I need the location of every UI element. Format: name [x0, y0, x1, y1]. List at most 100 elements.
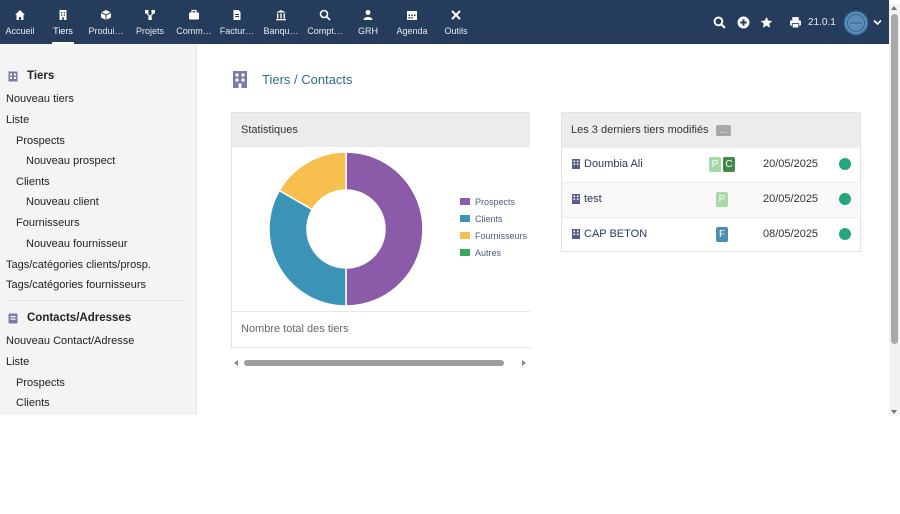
donut-slice-prospects[interactable]: [345, 151, 424, 307]
scroll-up-arrow[interactable]: [891, 6, 897, 10]
sidebar-item-new-tiers[interactable]: Nouveau tiers: [6, 93, 74, 105]
nav-agenda[interactable]: Agenda: [394, 0, 430, 44]
nav-tiers[interactable]: Tiers: [48, 0, 78, 44]
breadcrumb: Tiers / Contacts: [232, 70, 353, 89]
sidebar-item-tags-suppliers[interactable]: Tags/catégories fournisseurs: [6, 279, 146, 291]
vertical-scrollbar[interactable]: [889, 4, 900, 416]
sidebar-item-list[interactable]: Liste: [6, 114, 29, 126]
building-icon: [572, 194, 580, 204]
building-icon: [233, 71, 247, 88]
sidebar-section-contacts[interactable]: Contacts/Adresses: [8, 312, 131, 324]
briefcase-icon: [189, 9, 199, 19]
nav-label: Outils: [444, 25, 468, 36]
scroll-down-arrow[interactable]: [891, 410, 897, 414]
status-dot: [839, 158, 851, 170]
user-icon: [363, 9, 373, 20]
printer-icon[interactable]: [789, 16, 802, 29]
donut-slice-clients[interactable]: [268, 189, 347, 307]
sidebar-item-new-client[interactable]: Nouveau client: [26, 196, 99, 208]
prospect-tag: P: [716, 192, 728, 207]
legend-label[interactable]: Clients: [475, 214, 503, 224]
table-row: test P 20/05/2025: [562, 182, 858, 217]
tiers-link[interactable]: CAP BETON: [572, 228, 647, 240]
scroll-left-arrow[interactable]: [234, 360, 238, 366]
nav-home[interactable]: Accueil: [4, 0, 36, 44]
modified-date: 20/05/2025: [763, 193, 819, 205]
calendar-icon: [407, 10, 417, 20]
legend-swatch: [460, 232, 470, 239]
status-dot: [839, 193, 851, 205]
home-icon: [15, 9, 25, 20]
nav-billing[interactable]: Factur…: [218, 0, 256, 44]
top-menu-bar: Accueil Tiers Produi… Projets Comm… Fact…: [0, 0, 889, 44]
tiers-name: Doumbia Ali: [584, 158, 643, 170]
legend-label[interactable]: Prospects: [475, 197, 516, 207]
nav-bank[interactable]: Banqu…: [261, 0, 301, 44]
nav-products[interactable]: Produi…: [86, 0, 126, 44]
scroll-right-arrow[interactable]: [522, 360, 526, 366]
invoice-icon: [233, 9, 241, 20]
statistics-card: Statistiques Prospects Clients Fournisseur…: [231, 112, 530, 348]
recent-tiers-header: Les 3 derniers tiers modifiés ...: [562, 113, 860, 147]
nav-label: Accueil: [5, 25, 35, 36]
sidebar-item-suppliers[interactable]: Fournisseurs: [16, 217, 80, 229]
statistics-card-header: Statistiques: [232, 113, 530, 147]
prospect-tag: P: [709, 157, 721, 172]
card-divider: [232, 311, 530, 312]
scrollbar-thumb[interactable]: [244, 360, 504, 366]
sidebar-section-tiers[interactable]: Tiers: [8, 70, 54, 82]
sidebar-item-new-contact[interactable]: Nouveau Contact/Adresse: [6, 335, 134, 347]
legend-swatch: [460, 215, 470, 222]
scrollbar-thumb[interactable]: [891, 14, 898, 344]
recent-tiers-title: Les 3 derniers tiers modifiés: [571, 124, 709, 136]
nav-accounting[interactable]: Compt…: [305, 0, 345, 44]
accounting-icon: [319, 9, 331, 21]
nav-label: Agenda: [396, 25, 428, 36]
sidebar-item-new-prospect[interactable]: Nouveau prospect: [26, 155, 115, 167]
cube-icon: [100, 9, 112, 20]
nav-label: Comm…: [176, 25, 212, 36]
modified-date: 20/05/2025: [763, 158, 819, 170]
statistics-title: Statistiques: [241, 124, 298, 136]
bank-icon: [276, 9, 286, 20]
nav-label: Tiers: [53, 25, 73, 36]
building-icon: [8, 71, 18, 81]
sidebar-item-contact-clients[interactable]: Clients: [16, 397, 50, 409]
nav-label: Compt…: [307, 25, 343, 36]
nav-tools[interactable]: Outils: [441, 0, 471, 44]
sidebar-item-contact-prospects[interactable]: Prospects: [16, 377, 65, 389]
sidebar-item-new-supplier[interactable]: Nouveau fournisseur: [26, 238, 128, 250]
contact-card-icon: [8, 313, 18, 323]
sidebar-item-contact-list[interactable]: Liste: [6, 356, 29, 368]
user-avatar-icon[interactable]: [843, 10, 869, 36]
nav-label: Produi…: [88, 25, 124, 36]
horizontal-scrollbar[interactable]: [232, 357, 528, 369]
version-label: 21.0.1: [808, 17, 836, 28]
building-icon: [572, 159, 580, 169]
modified-date: 08/05/2025: [763, 228, 819, 240]
nav-projects[interactable]: Projets: [134, 0, 166, 44]
nav-hr[interactable]: GRH: [355, 0, 381, 44]
legend-swatch: [460, 249, 470, 256]
supplier-tag: F: [716, 227, 728, 242]
legend-label[interactable]: Fournisseurs: [475, 231, 528, 241]
left-sidebar: Tiers Nouveau tiers Liste Prospects Nouv…: [0, 44, 197, 415]
nav-label: GRH: [358, 25, 378, 36]
legend-swatch: [460, 198, 470, 205]
star-icon[interactable]: [760, 16, 773, 29]
add-icon[interactable]: [737, 16, 750, 29]
sidebar-item-prospects[interactable]: Prospects: [16, 135, 65, 147]
table-row: Doumbia Ali P C 20/05/2025: [562, 147, 858, 182]
nav-label: Projets: [135, 25, 164, 36]
legend-label[interactable]: Autres: [475, 248, 502, 258]
search-icon[interactable]: [713, 16, 726, 29]
recent-tiers-card: Les 3 derniers tiers modifiés ... Doumbi…: [561, 112, 861, 252]
tiers-link[interactable]: test: [572, 193, 602, 205]
sidebar-item-tags-customers[interactable]: Tags/catégories clients/prosp.: [6, 259, 151, 271]
sidebar-item-clients[interactable]: Clients: [16, 176, 50, 188]
chevron-down-icon[interactable]: [873, 19, 882, 26]
more-button[interactable]: ...: [715, 124, 732, 136]
nav-commerce[interactable]: Comm…: [174, 0, 214, 44]
tiers-link[interactable]: Doumbia Ali: [572, 158, 643, 170]
tiers-name: test: [584, 193, 602, 205]
